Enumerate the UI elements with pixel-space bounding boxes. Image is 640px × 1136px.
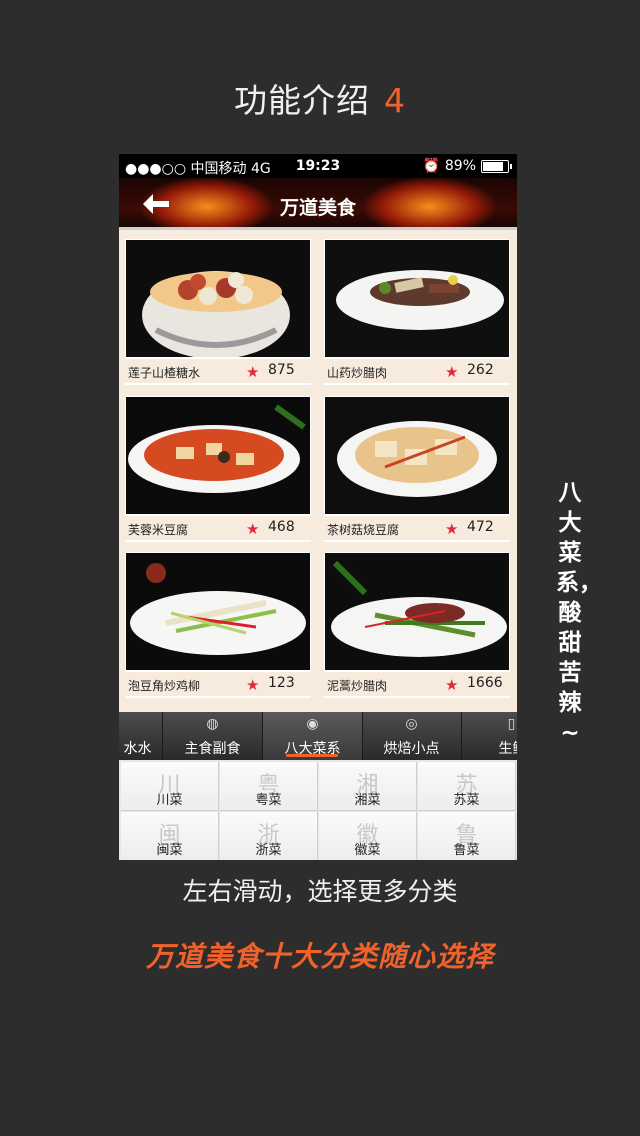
slogan: 万道美食十大分类随心选择 [145,940,494,973]
swipe-hint: 左右滑动，选择更多分类 [182,877,458,906]
tab-label: 生鲜蔬 [498,741,518,757]
dish-photo [126,240,310,357]
status-right: ⏰ 89% [422,158,512,174]
promo-headline-number: 4 [384,81,406,120]
star-icon: ★ [246,676,260,694]
tab-baking[interactable]: ◎ 烘焙小点 [362,712,462,760]
tab-staple-food[interactable]: ◍ 主食副食 [163,712,263,760]
cuisine-label: 徽菜 [354,843,381,858]
cuisine-grid: 川 川菜 粤 粤菜 湘 湘菜 苏 苏菜 闽 闽菜 浙 浙菜 徽 徽菜 鲁 鲁菜 [119,760,517,860]
cuisine-label: 粤菜 [255,793,282,808]
battery-icon [481,159,512,173]
status-bar: ●●●○○ 中国移动 4G 19:23 ⏰ 89% [119,154,517,178]
dish-card[interactable]: 莲子山楂糖水 ★ 875 [125,239,311,385]
nav-bar: 万道美食 [119,178,517,230]
dish-name: 泥蒿炒腊肉 [327,679,388,693]
cuisine-xiang[interactable]: 湘 湘菜 [319,762,417,811]
dish-like-count: 468 [268,519,295,535]
dish-card[interactable]: 茶树菇烧豆腐 ★ 472 [324,396,510,542]
star-icon: ★ [445,520,459,538]
dish-name: 莲子山楂糖水 [128,366,201,380]
alarm-icon: ⏰ [422,158,440,174]
dish-photo [325,553,509,670]
dish-caption: 泥蒿炒腊肉 ★ 1666 [324,672,510,696]
tab-label: 烘焙小点 [383,741,440,757]
cuisine-label: 闽菜 [156,843,183,858]
dish-name: 茶树菇烧豆腐 [327,523,400,537]
dish-grid: 莲子山楂糖水 ★ 875 山药炒腊肉 ★ 262 芙蓉米豆腐 ★ 468 茶树菇… [119,234,517,712]
dish-like-count: 875 [268,362,295,378]
dish-name: 芙蓉米豆腐 [128,523,189,537]
cuisine-zhe[interactable]: 浙 浙菜 [220,812,318,860]
star-icon: ★ [246,520,260,538]
side-caption: 八大菜系，酸甜苦辣~ [556,480,602,746]
pot-icon: ◉ [306,716,319,732]
dish-card[interactable]: 山药炒腊肉 ★ 262 [324,239,510,385]
dish-like-count: 1666 [467,675,503,691]
cuisine-label: 苏菜 [453,793,480,808]
cuisine-chuan[interactable]: 川 川菜 [121,762,219,811]
dish-caption: 茶树菇烧豆腐 ★ 472 [324,516,510,540]
cuisine-label: 川菜 [156,793,183,808]
cuisine-label: 湘菜 [354,793,381,808]
dish-like-count: 472 [467,519,494,535]
star-icon: ★ [445,676,459,694]
star-icon: ★ [246,363,260,381]
bowl-icon: ◍ [206,716,219,732]
cuisine-label: 浙菜 [255,843,282,858]
dish-like-count: 262 [467,362,494,378]
cup-icon: ▯ [507,716,516,732]
drink-icon: ☕ [119,716,162,732]
dish-name: 泡豆角炒鸡柳 [128,679,201,693]
dish-photo [325,397,509,514]
cake-icon: ◎ [405,716,418,732]
cuisine-yue[interactable]: 粤 粤菜 [220,762,318,811]
active-tab-indicator [286,754,338,757]
dish-caption: 山药炒腊肉 ★ 262 [324,359,510,383]
star-icon: ★ [445,363,459,381]
battery-percent: 89% [444,158,476,174]
tab-drinks[interactable]: ☕ 水水 [119,712,163,760]
dish-caption: 泡豆角炒鸡柳 ★ 123 [125,672,311,696]
promo-headline-text: 功能介绍 [234,81,370,120]
nav-divider [119,227,517,230]
dish-like-count: 123 [268,675,295,691]
tab-label: 主食副食 [184,741,241,757]
dish-caption: 莲子山楂糖水 ★ 875 [125,359,311,383]
category-tab-bar: ☕ 水水 ◍ 主食副食 ◉ 八大菜系 ◎ 烘焙小点 ▯ 生鲜蔬 [119,712,517,760]
dish-card[interactable]: 泡豆角炒鸡柳 ★ 123 [125,552,311,698]
dish-name: 山药炒腊肉 [327,366,388,380]
tab-eight-cuisines[interactable]: ◉ 八大菜系 [263,712,363,760]
dish-card[interactable]: 泥蒿炒腊肉 ★ 1666 [324,552,510,698]
dish-card[interactable]: 芙蓉米豆腐 ★ 468 [125,396,311,542]
dish-caption: 芙蓉米豆腐 ★ 468 [125,516,311,540]
cuisine-min[interactable]: 闽 闽菜 [121,812,219,860]
dish-photo [325,240,509,357]
cuisine-su[interactable]: 苏 苏菜 [418,762,516,811]
promo-headline: 功能介绍 4 [0,74,640,122]
nav-title: 万道美食 [279,197,356,219]
phone-screen: ●●●○○ 中国移动 4G 19:23 ⏰ 89% 万道美食 莲子山楂糖水 ★ … [119,154,517,860]
dish-photo [126,397,310,514]
cuisine-label: 鲁菜 [453,843,480,858]
cuisine-hui[interactable]: 徽 徽菜 [319,812,417,860]
cuisine-lu[interactable]: 鲁 鲁菜 [418,812,516,860]
battery-fill [483,161,503,171]
dish-photo [126,553,310,670]
tab-fresh[interactable]: ▯ 生鲜蔬 [462,712,518,760]
